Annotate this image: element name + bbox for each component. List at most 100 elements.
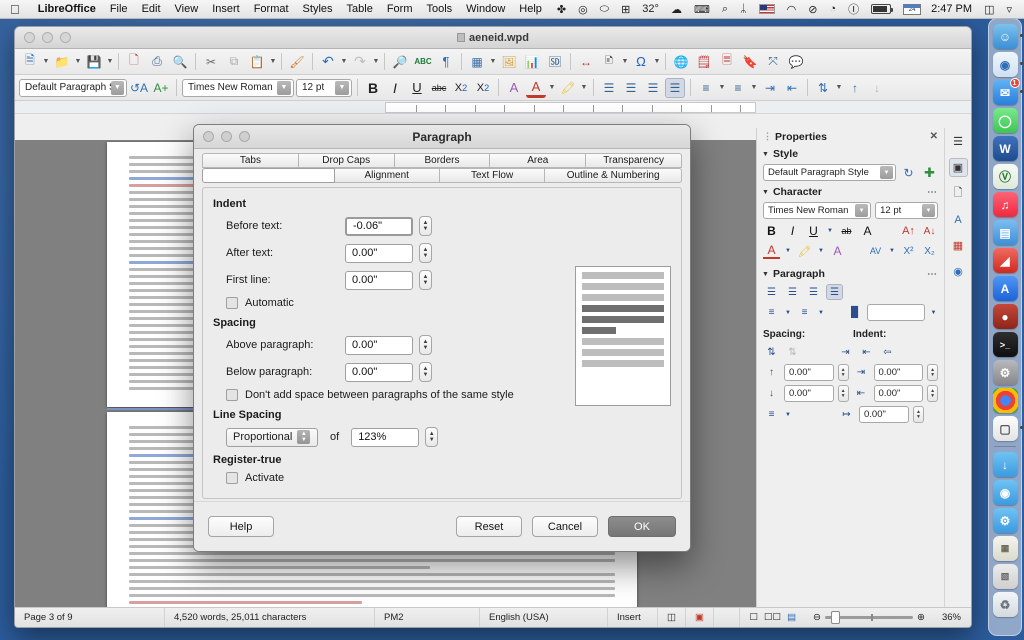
redo-button[interactable]: ↷ [349, 51, 371, 73]
before-text-input[interactable]: -0.06" [345, 216, 413, 236]
line-spacing-button[interactable]: ⇅ [813, 78, 833, 98]
weather-temperature[interactable]: 32° [636, 3, 665, 15]
font-size-combo[interactable]: 12 pt ▼ [296, 78, 352, 97]
book-view-icon[interactable]: ▤ [787, 612, 796, 623]
downloads-folder-icon[interactable]: ↓ [992, 452, 1018, 477]
first-line-input[interactable]: 0.00" [345, 270, 413, 290]
justify-button[interactable]: ☰ [826, 284, 843, 300]
new-style-button[interactable]: A+ [151, 78, 171, 98]
paragraph-background-icon[interactable]: █ [846, 305, 863, 321]
chevron-down-icon[interactable]: ▼ [277, 80, 291, 95]
insert-comment-button[interactable]: 💬 [785, 51, 807, 73]
insert-hyperlink-button[interactable]: 🌐 [670, 51, 692, 73]
menu-format[interactable]: Format [247, 3, 296, 15]
increase-paragraph-spacing-button[interactable]: ⇅ [763, 344, 780, 360]
insert-endnote-button[interactable]: 🗏 [716, 51, 738, 73]
clear-formatting-button[interactable]: A [504, 78, 524, 98]
decrease-paragraph-spacing-button[interactable]: ⇅ [784, 344, 801, 360]
indent-before-stepper[interactable]: ▲ ▼ [927, 364, 938, 381]
line-spacing-button[interactable]: ≡ [763, 407, 780, 423]
paragraph-style-combo[interactable]: Default Paragraph S ▼ [19, 78, 127, 97]
highlight-color-dropdown-icon[interactable]: ▼ [817, 243, 825, 259]
chrome-icon[interactable] [992, 388, 1018, 413]
appstore-icon[interactable]: A [992, 276, 1018, 301]
justify-button[interactable]: ☰ [665, 77, 685, 98]
strikethrough-button[interactable]: abc [429, 78, 449, 98]
increase-indent-button[interactable]: ⇥ [837, 344, 854, 360]
font-color-dropdown-icon[interactable]: ▼ [784, 243, 792, 259]
status-word-count[interactable]: 4,520 words, 25,011 characters [165, 607, 375, 627]
after-text-input[interactable]: 0.00" [345, 243, 413, 263]
line-spacing-stepper[interactable]: ▲ ▼ [425, 427, 439, 447]
wifi-icon[interactable]: ◠ [781, 3, 803, 16]
notification-center-icon[interactable]: ▿ [1000, 3, 1018, 16]
highlight-color-button[interactable]: 🖍 [558, 78, 578, 98]
decrease-paragraph-spacing-button[interactable]: ↓ [867, 78, 887, 98]
close-icon[interactable]: ✕ [930, 131, 938, 142]
insert-special-character-button[interactable]: Ω [630, 51, 652, 73]
horizontal-ruler[interactable] [15, 101, 971, 114]
minimize-button[interactable] [42, 32, 53, 43]
insert-textbox-button[interactable]: 🅌 [544, 51, 566, 73]
highlight-color-button[interactable]: 🖍 [796, 243, 813, 259]
selection-mode-icon[interactable]: ◫ [658, 607, 686, 627]
align-left-button[interactable]: ☰ [763, 284, 780, 300]
siri-icon[interactable]: Ⓘ [842, 1, 865, 17]
chevron-down-icon[interactable]: ▼ [880, 166, 893, 179]
safari-icon[interactable]: ◉ [992, 52, 1023, 77]
help-button[interactable]: Help [208, 516, 274, 537]
italic-button[interactable]: I [784, 223, 801, 239]
chevron-down-icon[interactable]: ▼ [110, 80, 124, 95]
tab-transparency[interactable]: Transparency [586, 153, 682, 168]
bugreport-icon[interactable]: ● [992, 304, 1018, 329]
unordered-list-button[interactable]: ≡ [763, 305, 780, 321]
open-document-button[interactable]: 📁 [51, 51, 73, 73]
subscript-button[interactable]: X₂ [921, 243, 938, 259]
firstline-indent-field[interactable]: 0.00" [859, 406, 909, 423]
before-text-stepper[interactable]: ▲ ▼ [419, 216, 432, 236]
underline-dropdown-icon[interactable]: ▼ [826, 223, 834, 239]
italic-button[interactable]: I [385, 78, 405, 98]
below-paragraph-input[interactable]: 0.00" [345, 362, 413, 382]
paragraph-background-field[interactable] [867, 304, 925, 321]
status-page-style[interactable]: PM2 [375, 607, 480, 627]
ok-button[interactable]: OK [608, 516, 676, 537]
clone-formatting-button[interactable]: 🖌 [286, 51, 308, 73]
menu-tools[interactable]: Tools [419, 3, 459, 15]
dont-add-space-checkbox[interactable] [226, 389, 238, 401]
font-color-button[interactable]: A [763, 243, 780, 259]
insert-chart-button[interactable]: 📊 [521, 51, 543, 73]
decrease-indent-button[interactable]: ⇤ [782, 78, 802, 98]
new-document-button[interactable]: 🗎 [19, 51, 41, 73]
volume-mute-icon[interactable]: ⌨ [688, 3, 716, 16]
multi-page-view-icon[interactable]: ☐☐ [764, 612, 781, 623]
font-color-dropdown-icon[interactable]: ▼ [548, 77, 556, 99]
tab-borders[interactable]: Borders [394, 153, 491, 168]
sidebar-tab-gallery[interactable]: ▦ [949, 236, 968, 255]
redo-dropdown-icon[interactable]: ▼ [372, 51, 380, 73]
tab-drop-caps[interactable]: Drop Caps [298, 153, 395, 168]
insert-table-button[interactable]: ▦ [466, 51, 488, 73]
cloud-icon[interactable]: ☁ [665, 3, 688, 16]
ordered-list-dropdown-icon[interactable]: ▼ [750, 77, 758, 99]
above-spacing-stepper[interactable]: ▲ ▼ [837, 364, 849, 381]
sidebar-tab-navigator[interactable]: ◉ [949, 262, 968, 281]
chevron-down-icon[interactable]: ▼ [855, 204, 869, 217]
sidebar-font-name-dropdown[interactable]: Times New Roman ▼ [763, 202, 872, 219]
sidebar-tab-properties[interactable]: ▣ [948, 158, 968, 177]
underline-button[interactable]: U [407, 78, 427, 98]
tab-tabs[interactable]: Tabs [202, 153, 299, 168]
insert-bookmark-button[interactable]: 🔖 [739, 51, 761, 73]
line-spacing-dropdown-icon[interactable]: ▼ [835, 77, 843, 99]
1password-icon[interactable]: Ⓥ [992, 164, 1018, 189]
apple-icon[interactable]:  [10, 3, 20, 16]
highlight-color-dropdown-icon[interactable]: ▼ [580, 77, 588, 99]
align-left-button[interactable]: ☰ [599, 78, 619, 98]
indent-after-stepper[interactable]: ▲ ▼ [927, 385, 938, 402]
open-document-dropdown-icon[interactable]: ▼ [74, 51, 82, 73]
paste-dropdown-icon[interactable]: ▼ [269, 51, 277, 73]
undo-dropdown-icon[interactable]: ▼ [340, 51, 348, 73]
above-paragraph-stepper[interactable]: ▲ ▼ [419, 335, 432, 355]
increase-font-size-button[interactable]: A↑ [900, 223, 917, 239]
sidebar-tab-page[interactable]: 🗋 [949, 184, 968, 203]
